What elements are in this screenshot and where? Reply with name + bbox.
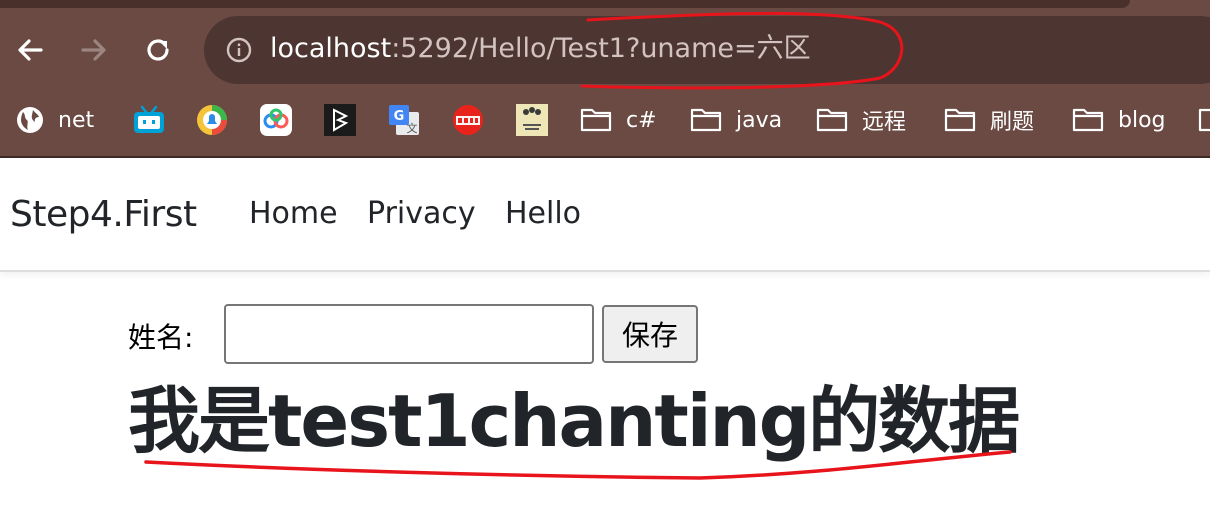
bell-icon bbox=[197, 105, 227, 135]
info-icon[interactable] bbox=[226, 37, 252, 63]
name-label: 姓名: bbox=[128, 321, 194, 354]
folder-icon bbox=[1198, 108, 1210, 132]
bookmark-google-translate[interactable]: G 文 bbox=[388, 100, 420, 140]
bookmark-toutiao[interactable] bbox=[452, 100, 484, 140]
arrow-left-icon bbox=[18, 39, 43, 61]
reload-icon bbox=[147, 39, 169, 61]
bookmark-bilibili[interactable] bbox=[132, 100, 166, 140]
folder-icon bbox=[690, 108, 722, 132]
folder-icon bbox=[944, 108, 976, 132]
nav-link-home[interactable]: Home bbox=[249, 196, 338, 231]
java-icon bbox=[516, 104, 548, 136]
bookmark-bell[interactable] bbox=[196, 100, 228, 140]
url-text[interactable]: localhost:5292/Hello/Test1?uname=六区 bbox=[270, 32, 811, 66]
bookmark-label: 远程 bbox=[862, 110, 907, 135]
bookmark-folder-blog[interactable]: blog bbox=[1072, 100, 1166, 140]
bookmark-dark-app[interactable] bbox=[324, 100, 356, 140]
bookmark-java[interactable] bbox=[516, 100, 548, 140]
bilibili-icon bbox=[134, 105, 164, 133]
folder-icon bbox=[580, 108, 612, 132]
url-path: :5292/Hello/Test1?uname=六区 bbox=[391, 33, 811, 64]
bookmark-folder-practice[interactable]: 刷题 bbox=[944, 100, 1034, 140]
bookmark-baidu-pan[interactable] bbox=[260, 100, 292, 140]
baidu-pan-icon bbox=[260, 104, 292, 136]
bookmark-label: net bbox=[58, 107, 95, 133]
save-button[interactable]: 保存 bbox=[602, 305, 698, 363]
browser-chrome: localhost:5292/Hello/Test1?uname=六区 net bbox=[0, 0, 1210, 158]
site-navbar: Step4.First Home Privacy Hello bbox=[0, 158, 1210, 272]
url-host: localhost bbox=[270, 33, 392, 64]
back-button[interactable] bbox=[10, 30, 50, 70]
nav-link-privacy[interactable]: Privacy bbox=[367, 196, 476, 231]
bilibili-dark-icon bbox=[324, 104, 356, 136]
folder-icon bbox=[816, 108, 848, 132]
bookmark-folder-overflow[interactable] bbox=[1198, 100, 1210, 140]
name-input[interactable] bbox=[224, 304, 594, 364]
bookmark-label: blog bbox=[1118, 107, 1166, 133]
tab-strip bbox=[0, 0, 1130, 8]
bookmark-folder-remote[interactable]: 远程 bbox=[816, 100, 906, 140]
bookmark-label: c# bbox=[626, 107, 657, 133]
bookmark-folder-java[interactable]: java bbox=[690, 100, 782, 140]
svg-text:文: 文 bbox=[407, 121, 418, 135]
google-translate-icon: G 文 bbox=[389, 105, 419, 135]
toutiao-icon bbox=[453, 105, 483, 135]
page-heading: 我是test1chanting的数据 bbox=[128, 379, 1020, 463]
address-bar[interactable]: localhost:5292/Hello/Test1?uname=六区 bbox=[204, 16, 1210, 84]
bookmark-folder-csharp[interactable]: c# bbox=[580, 100, 657, 140]
bookmark-label: java bbox=[736, 107, 783, 133]
globe-icon bbox=[17, 107, 43, 133]
arrow-right-icon bbox=[81, 39, 106, 61]
bookmark-net[interactable]: net bbox=[16, 100, 94, 140]
forward-button[interactable] bbox=[74, 30, 114, 70]
bookmark-label: 刷题 bbox=[990, 110, 1035, 135]
brand-link[interactable]: Step4.First bbox=[10, 194, 197, 235]
nav-link-hello[interactable]: Hello bbox=[505, 196, 581, 231]
svg-text:G: G bbox=[394, 109, 405, 124]
reload-button[interactable] bbox=[138, 30, 178, 70]
bookmarks-bar: net G 文 c# java 远程 刷题 blog bbox=[0, 100, 1210, 140]
folder-icon bbox=[1072, 108, 1104, 132]
